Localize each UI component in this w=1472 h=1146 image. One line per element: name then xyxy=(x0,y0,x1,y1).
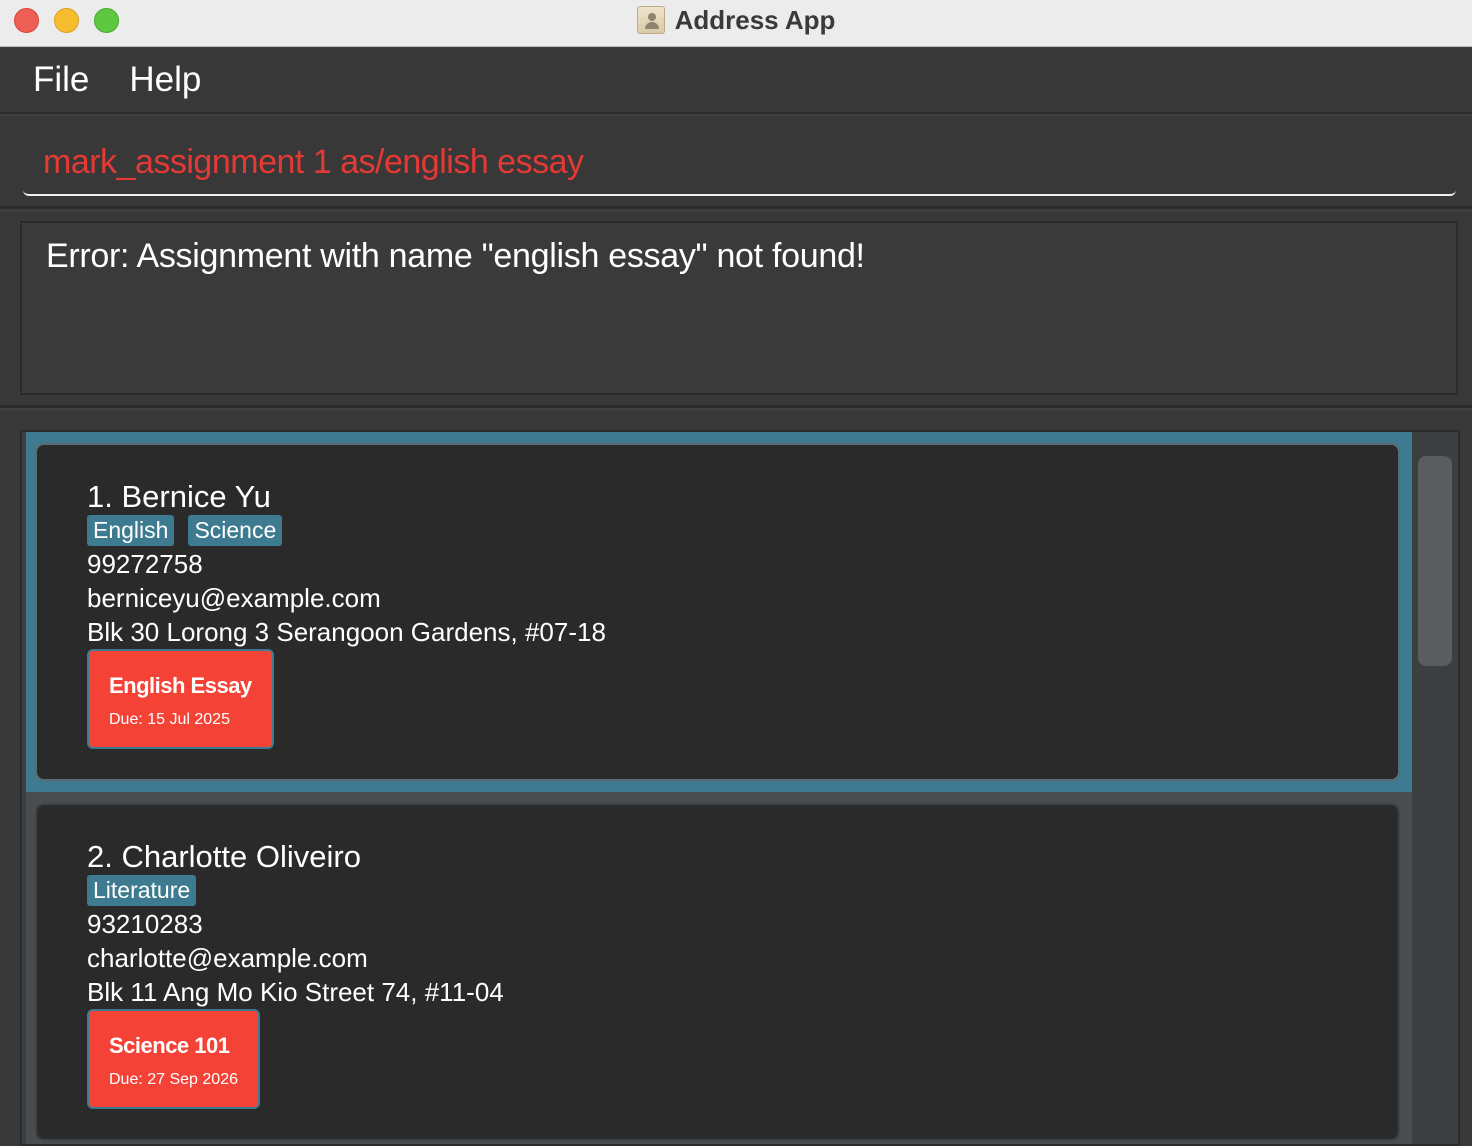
person-address: Blk 11 Ang Mo Kio Street 74, #11-04 xyxy=(87,977,504,1007)
person-list[interactable]: 1. Bernice Yu English Science 99272758 b… xyxy=(20,430,1460,1146)
assignment-due-date: Due: 27 Sep 2026 xyxy=(109,1071,238,1088)
person-name: 2. Charlotte Oliveiro xyxy=(87,839,361,874)
vertical-scrollbar[interactable] xyxy=(1414,432,1458,1144)
result-pane: Error: Assignment with name "english ess… xyxy=(0,212,1472,408)
assignment-name: Science 101 xyxy=(109,1033,230,1058)
tag-list: Literature xyxy=(87,875,197,906)
assignment-card: Science 101 Due: 27 Sep 2026 xyxy=(87,1009,260,1109)
menu-file[interactable]: File xyxy=(33,60,89,100)
window-title: Address App xyxy=(674,4,836,35)
person-list-cell-selected[interactable]: 1. Bernice Yu English Science 99272758 b… xyxy=(26,432,1412,792)
assignment-card: English Essay Due: 15 Jul 2025 xyxy=(87,649,274,749)
person-phone: 99272758 xyxy=(87,549,203,579)
tag: Science xyxy=(188,515,283,546)
assignment-due-date: Due: 15 Jul 2025 xyxy=(109,711,230,728)
tag-list: English Science xyxy=(87,515,283,546)
command-input[interactable]: mark_assignment 1 as/english essay xyxy=(23,130,1456,196)
person-list-pane: 1. Bernice Yu English Science 99272758 b… xyxy=(0,411,1472,1146)
menu-help[interactable]: Help xyxy=(129,60,201,100)
tag: Literature xyxy=(87,875,197,906)
person-card: 2. Charlotte Oliveiro Literature 9321028… xyxy=(35,803,1400,1141)
person-name: 1. Bernice Yu xyxy=(87,479,271,514)
person-email: charlotte@example.com xyxy=(87,943,368,973)
address-book-icon xyxy=(636,6,665,34)
window-title-group: Address App xyxy=(0,0,1472,40)
person-email: berniceyu@example.com xyxy=(87,583,381,613)
command-box: mark_assignment 1 as/english essay xyxy=(0,116,1472,209)
result-display: Error: Assignment with name "english ess… xyxy=(20,221,1458,395)
scrollbar-thumb[interactable] xyxy=(1418,456,1452,666)
person-card: 1. Bernice Yu English Science 99272758 b… xyxy=(35,443,1400,781)
tag: English xyxy=(87,515,175,546)
menu-bar: File Help xyxy=(0,48,1472,114)
person-phone: 93210283 xyxy=(87,909,203,939)
title-bar: Address App xyxy=(0,0,1472,47)
person-address: Blk 30 Lorong 3 Serangoon Gardens, #07-1… xyxy=(87,617,606,647)
assignment-name: English Essay xyxy=(109,673,252,698)
person-list-cell[interactable]: 2. Charlotte Oliveiro Literature 9321028… xyxy=(26,792,1412,1144)
